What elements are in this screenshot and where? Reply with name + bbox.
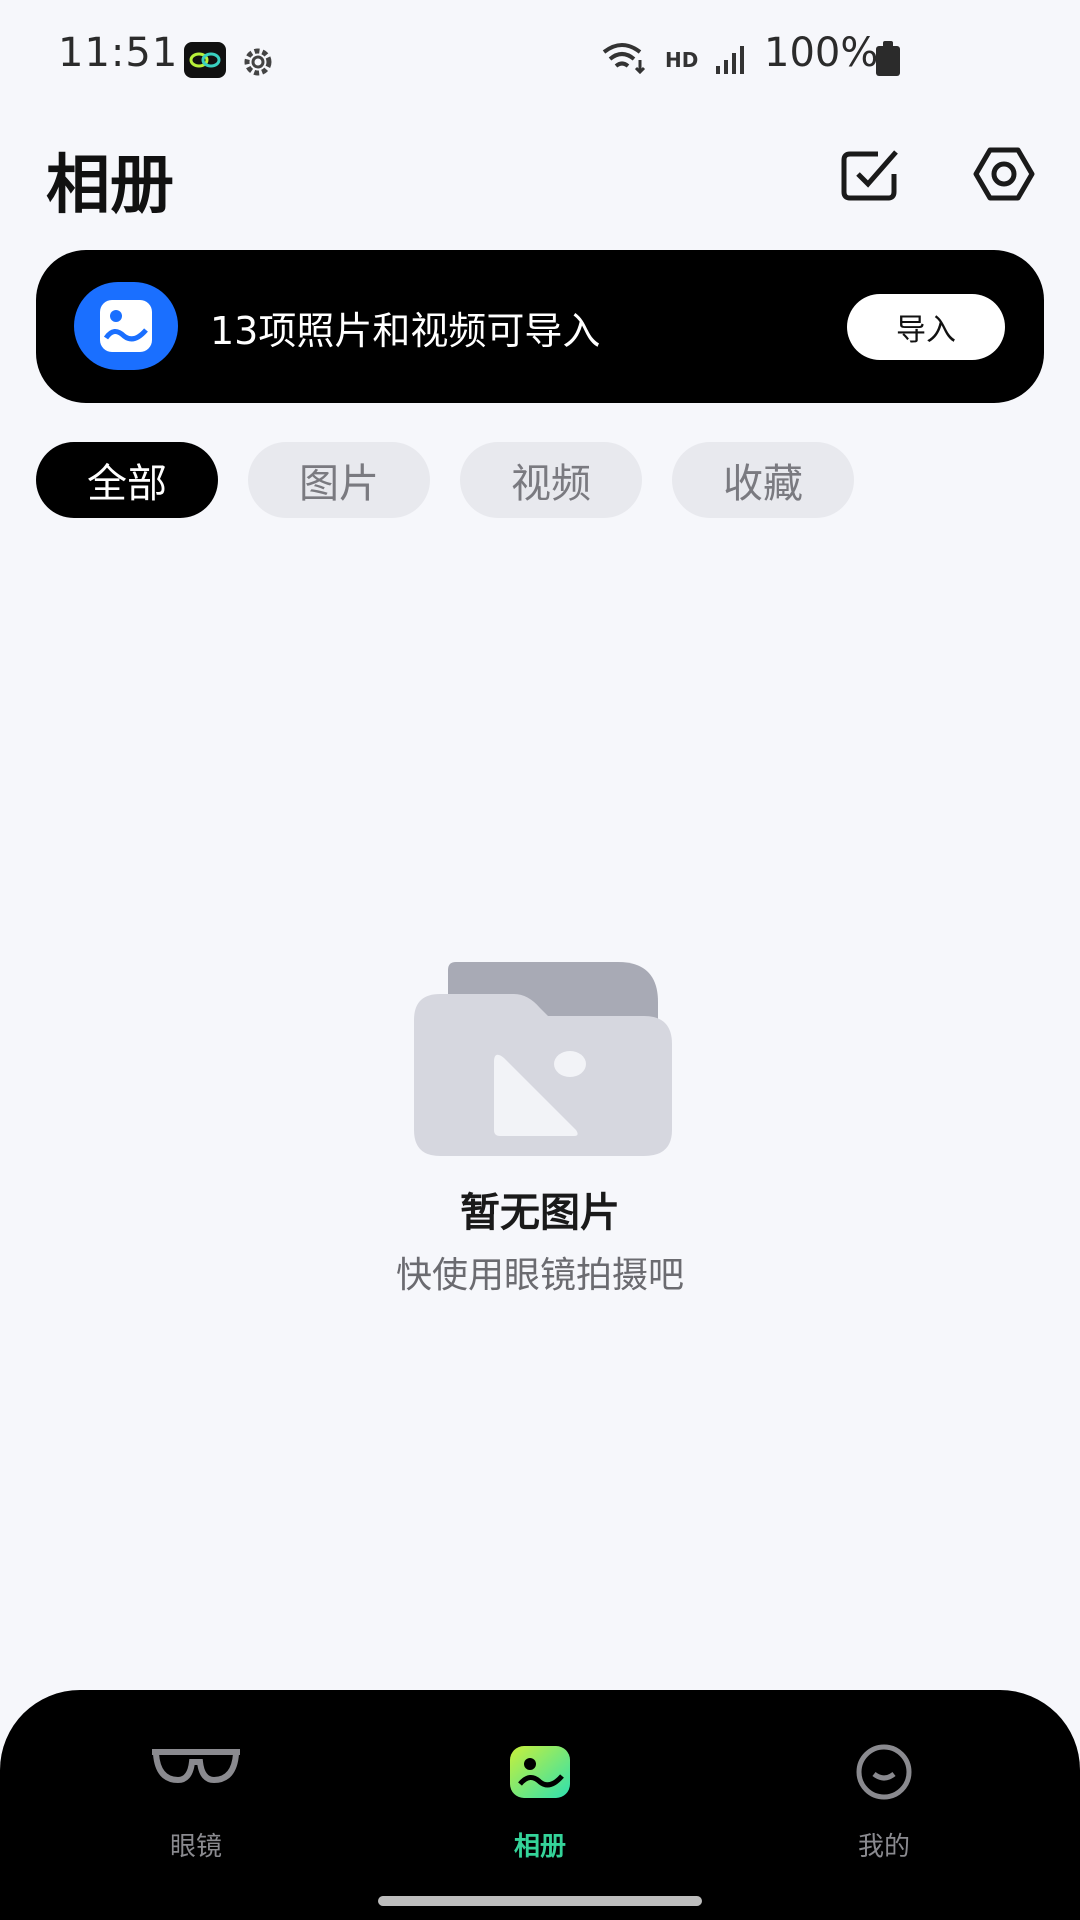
album-icon xyxy=(508,1744,572,1804)
status-time: 11:51 xyxy=(58,30,179,76)
import-banner-text: 13项照片和视频可导入 xyxy=(210,309,601,353)
status-bar: 11:51 HD 100% xyxy=(0,0,1080,120)
filter-videos[interactable]: 视频 xyxy=(460,442,642,518)
wifi-icon xyxy=(600,42,648,80)
select-button[interactable] xyxy=(838,146,902,202)
bottom-nav: 眼镜 相册 我的 xyxy=(0,1690,1080,1920)
empty-folder-icon xyxy=(404,950,676,1164)
signal-icon xyxy=(714,44,748,80)
gear-icon xyxy=(240,44,276,84)
glasses-icon xyxy=(148,1744,244,1792)
smiley-icon xyxy=(852,1744,916,1804)
nav-item-glasses[interactable]: 眼镜 xyxy=(96,1744,296,1864)
photo-icon xyxy=(74,282,178,370)
network-type: HD xyxy=(665,48,699,72)
battery-percent: 100% xyxy=(764,30,879,76)
nav-label-album: 相册 xyxy=(513,1832,566,1862)
settings-button[interactable] xyxy=(972,146,1036,202)
import-banner[interactable]: 13项照片和视频可导入 导入 xyxy=(36,250,1044,403)
nav-item-album[interactable]: 相册 xyxy=(440,1744,640,1864)
settings-icon xyxy=(973,147,1035,201)
filter-favorites[interactable]: 收藏 xyxy=(672,442,854,518)
filter-photos[interactable]: 图片 xyxy=(248,442,430,518)
battery-icon xyxy=(876,41,900,76)
nav-item-me[interactable]: 我的 xyxy=(784,1744,984,1864)
link-app-icon xyxy=(184,42,226,78)
checkbox-icon xyxy=(841,150,898,201)
import-button[interactable]: 导入 xyxy=(847,294,1005,360)
empty-title: 暂无图片 xyxy=(460,1190,620,1236)
nav-label-glasses: 眼镜 xyxy=(169,1832,222,1862)
filter-all[interactable]: 全部 xyxy=(36,442,218,518)
empty-subtitle: 快使用眼镜拍摄吧 xyxy=(395,1255,684,1296)
page-title: 相册 xyxy=(46,149,174,223)
nav-label-me: 我的 xyxy=(857,1832,910,1862)
home-indicator[interactable] xyxy=(378,1896,702,1906)
